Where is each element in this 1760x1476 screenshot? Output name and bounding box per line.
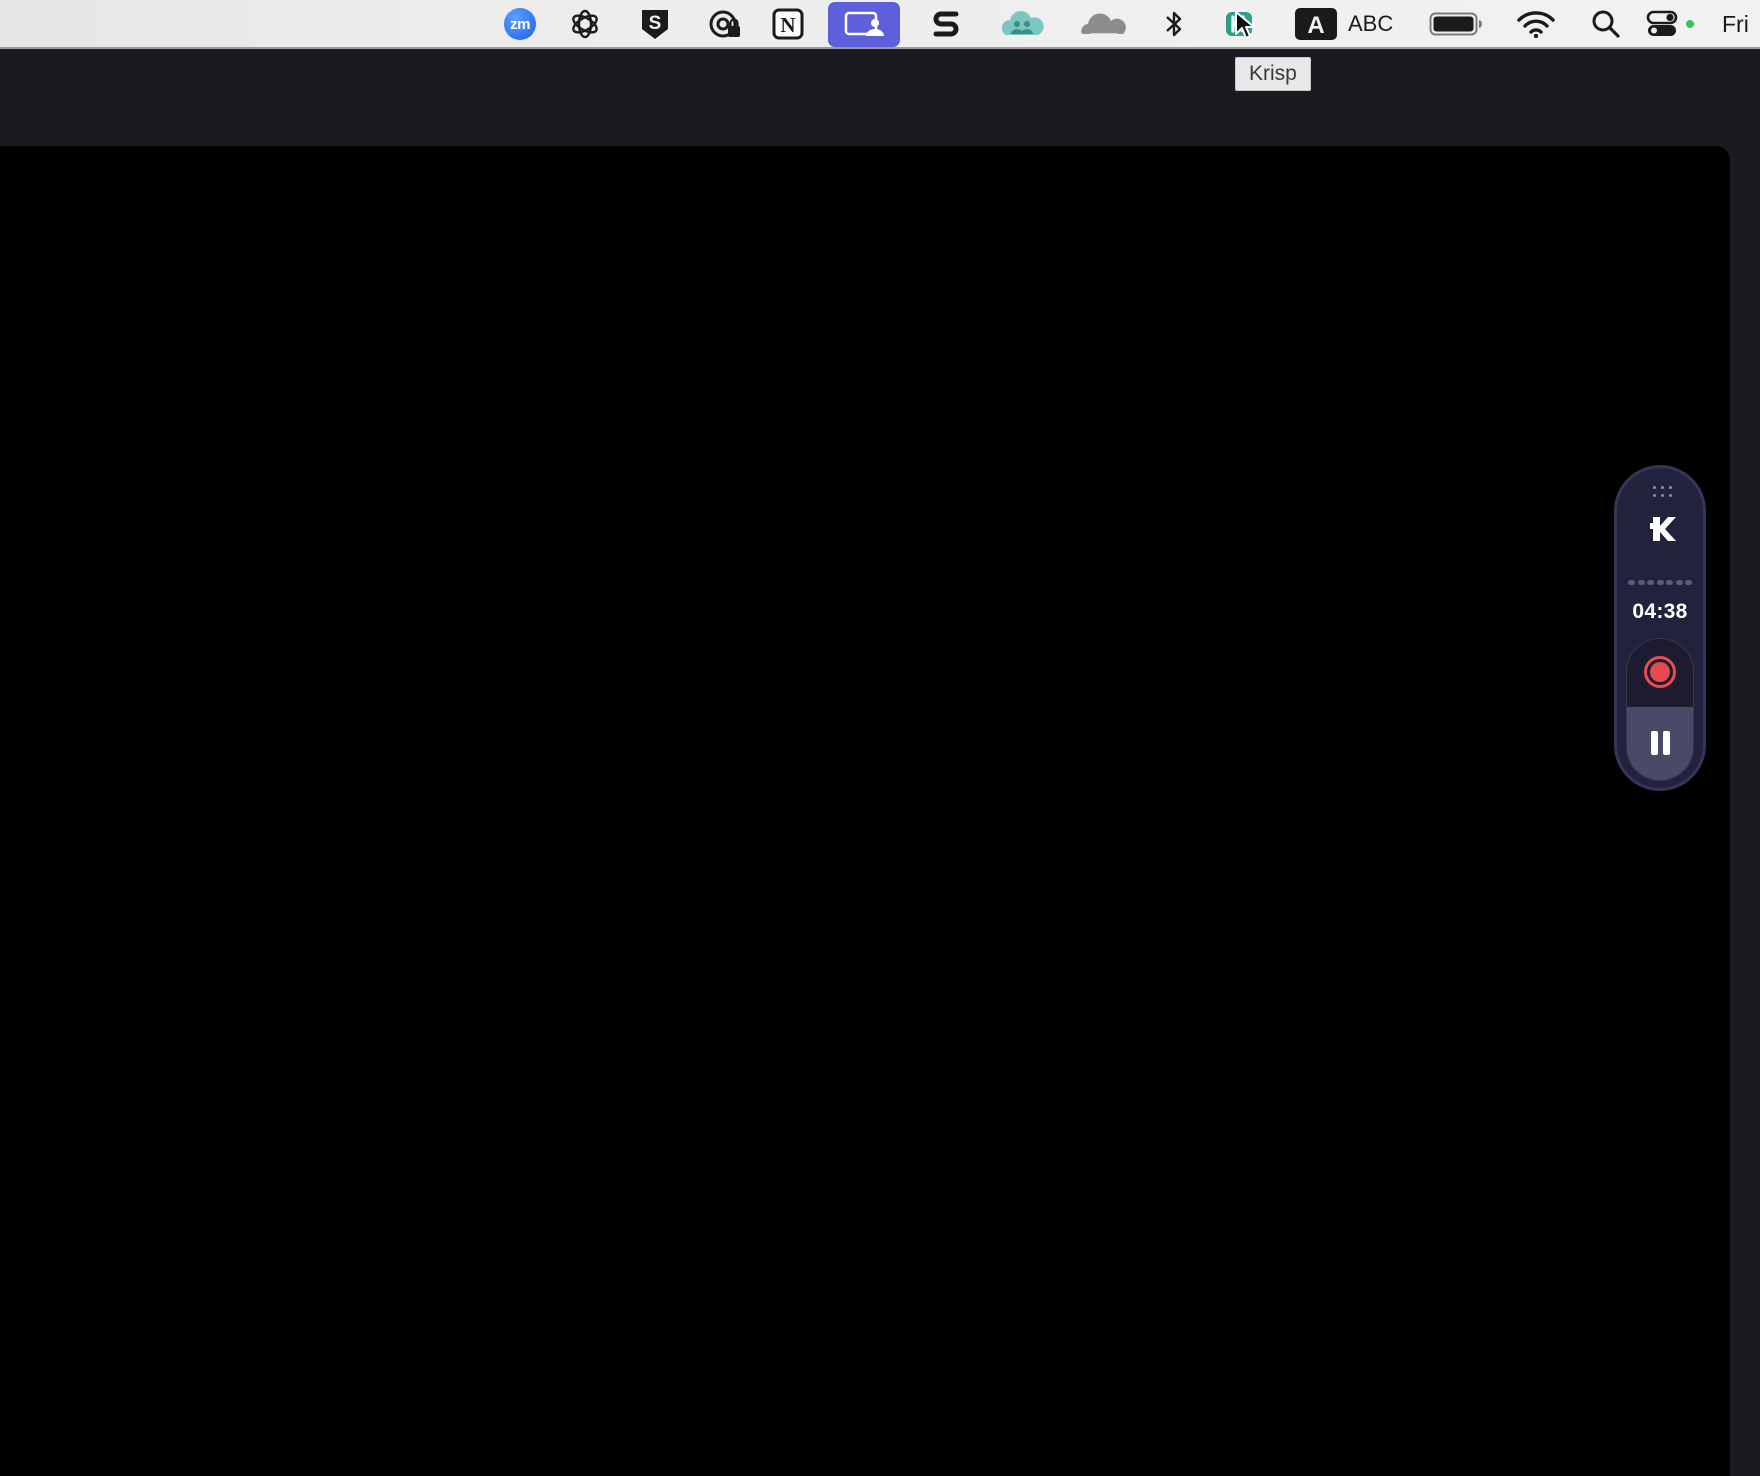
s-logo-icon bbox=[933, 11, 959, 37]
spotlight-menu-item[interactable] bbox=[1588, 0, 1624, 48]
cloudflare-menu-item[interactable] bbox=[1076, 0, 1128, 48]
cloud-people-icon bbox=[1001, 11, 1044, 35]
wifi-icon bbox=[1517, 11, 1555, 39]
s-shield-menu-item[interactable]: S bbox=[635, 0, 675, 48]
krisp-logo-icon bbox=[1650, 517, 1676, 541]
search-icon bbox=[1592, 10, 1620, 38]
app-window bbox=[0, 146, 1730, 1476]
s-shield-icon: S bbox=[642, 10, 668, 39]
recording-timer: 04:38 bbox=[1632, 600, 1688, 623]
svg-text:N: N bbox=[780, 13, 795, 37]
bluetooth-icon bbox=[1166, 11, 1182, 37]
zoom-menu-item[interactable]: zm bbox=[502, 0, 538, 48]
notion-menu-item[interactable]: N bbox=[768, 0, 808, 48]
chatgpt-icon bbox=[572, 9, 598, 39]
input-source-menu-item[interactable]: A bbox=[1294, 0, 1338, 48]
control-center-menu-item[interactable] bbox=[1646, 0, 1698, 48]
control-center-icon bbox=[1646, 10, 1694, 36]
svg-text:S: S bbox=[649, 13, 662, 34]
wifi-menu-item[interactable] bbox=[1514, 0, 1558, 48]
krisp-tooltip: Krisp bbox=[1235, 57, 1311, 91]
record-dot-icon bbox=[1650, 662, 1670, 682]
bluetooth-menu-item[interactable] bbox=[1160, 0, 1188, 48]
audio-level-indicator bbox=[1628, 580, 1692, 586]
menu-bar: zm S N A ABC Fri bbox=[0, 0, 1760, 49]
input-source-label[interactable]: ABC bbox=[1348, 0, 1393, 48]
pause-button[interactable] bbox=[1627, 707, 1693, 780]
krisp-recording-widget[interactable]: 04:38 bbox=[1614, 465, 1706, 791]
battery-menu-item[interactable] bbox=[1428, 0, 1484, 48]
s-logo-menu-item[interactable] bbox=[928, 0, 964, 48]
menubar-clock[interactable]: Fri bbox=[1722, 0, 1749, 48]
notion-icon: N bbox=[772, 8, 804, 40]
recording-controls bbox=[1626, 638, 1694, 781]
cloudflare-icon bbox=[1081, 13, 1126, 35]
input-source-icon: A bbox=[1295, 8, 1337, 40]
cloud-people-menu-item[interactable] bbox=[996, 0, 1048, 48]
battery-icon bbox=[1429, 12, 1482, 36]
svg-text:A: A bbox=[1307, 12, 1324, 39]
vpn-lock-icon bbox=[709, 10, 740, 38]
pause-icon bbox=[1651, 731, 1658, 755]
pause-icon bbox=[1663, 731, 1670, 755]
zoom-icon: zm bbox=[504, 8, 536, 40]
record-button[interactable] bbox=[1627, 639, 1693, 707]
drag-handle-icon[interactable] bbox=[1653, 486, 1673, 498]
screen-share-menu-item[interactable] bbox=[828, 2, 900, 47]
screen-share-icon bbox=[844, 11, 884, 36]
krisp-menu-item[interactable] bbox=[1222, 0, 1258, 48]
mouse-cursor-icon bbox=[1235, 11, 1255, 39]
vpn-menu-item[interactable] bbox=[705, 0, 745, 48]
chatgpt-menu-item[interactable] bbox=[565, 0, 605, 48]
